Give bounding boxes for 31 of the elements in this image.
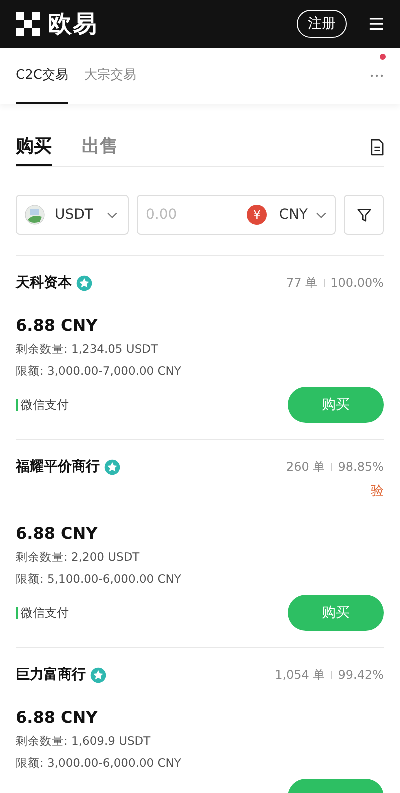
currency-badge: ¥ (247, 205, 268, 225)
completion-rate: 99.42% (338, 668, 384, 682)
trade-tab[interactable]: 购买 (16, 128, 52, 166)
logo-text: 欧易 (48, 9, 98, 40)
nav-tab[interactable]: C2C交易 (16, 48, 68, 104)
order-count: 1,054 单 (275, 666, 326, 684)
crypto-select[interactable]: USDT (16, 195, 129, 235)
available-amount: 剩余数量: 1,609.9 USDT (16, 734, 152, 749)
trade-tab[interactable]: 出售 (82, 128, 118, 166)
price-text: 6.88 CNY (16, 524, 99, 543)
limit-range: 限额: 5,100.00-6,000.00 CNY (16, 572, 182, 587)
amount-field[interactable]: 0.00 ¥ CNY (137, 195, 336, 235)
available-amount: 剩余数量: 2,200 USDT (16, 550, 141, 565)
payment-method: 微信支付 (16, 607, 69, 619)
order-count: 77 单 (286, 274, 318, 292)
merchant-name[interactable]: 巨力富商行 (16, 666, 86, 684)
currency-select[interactable]: CNY (279, 207, 308, 223)
limit-range: 限额: 3,000.00-6,000.00 CNY (16, 756, 182, 771)
signup-button[interactable]: 注册 (297, 10, 347, 38)
completion-rate: 98.85% (338, 460, 384, 474)
limit-range: 限额: 3,000.00-7,000.00 CNY (16, 364, 182, 379)
merchant-name[interactable]: 天科资本 (16, 274, 72, 292)
order-count: 260 单 (286, 458, 326, 476)
payment-method: 微信支付 (16, 399, 69, 411)
price-text: 6.88 CNY (16, 708, 99, 727)
available-amount: 剩余数量: 1,234.05 USDT (16, 342, 159, 357)
nav-tab[interactable]: 大宗交易 (84, 48, 136, 104)
merchant-name[interactable]: 福耀平价商行 (16, 458, 100, 476)
completion-rate: 100.00% (330, 276, 384, 290)
price-text: 6.88 CNY (16, 316, 99, 335)
verification-tag: 验 (371, 482, 384, 500)
